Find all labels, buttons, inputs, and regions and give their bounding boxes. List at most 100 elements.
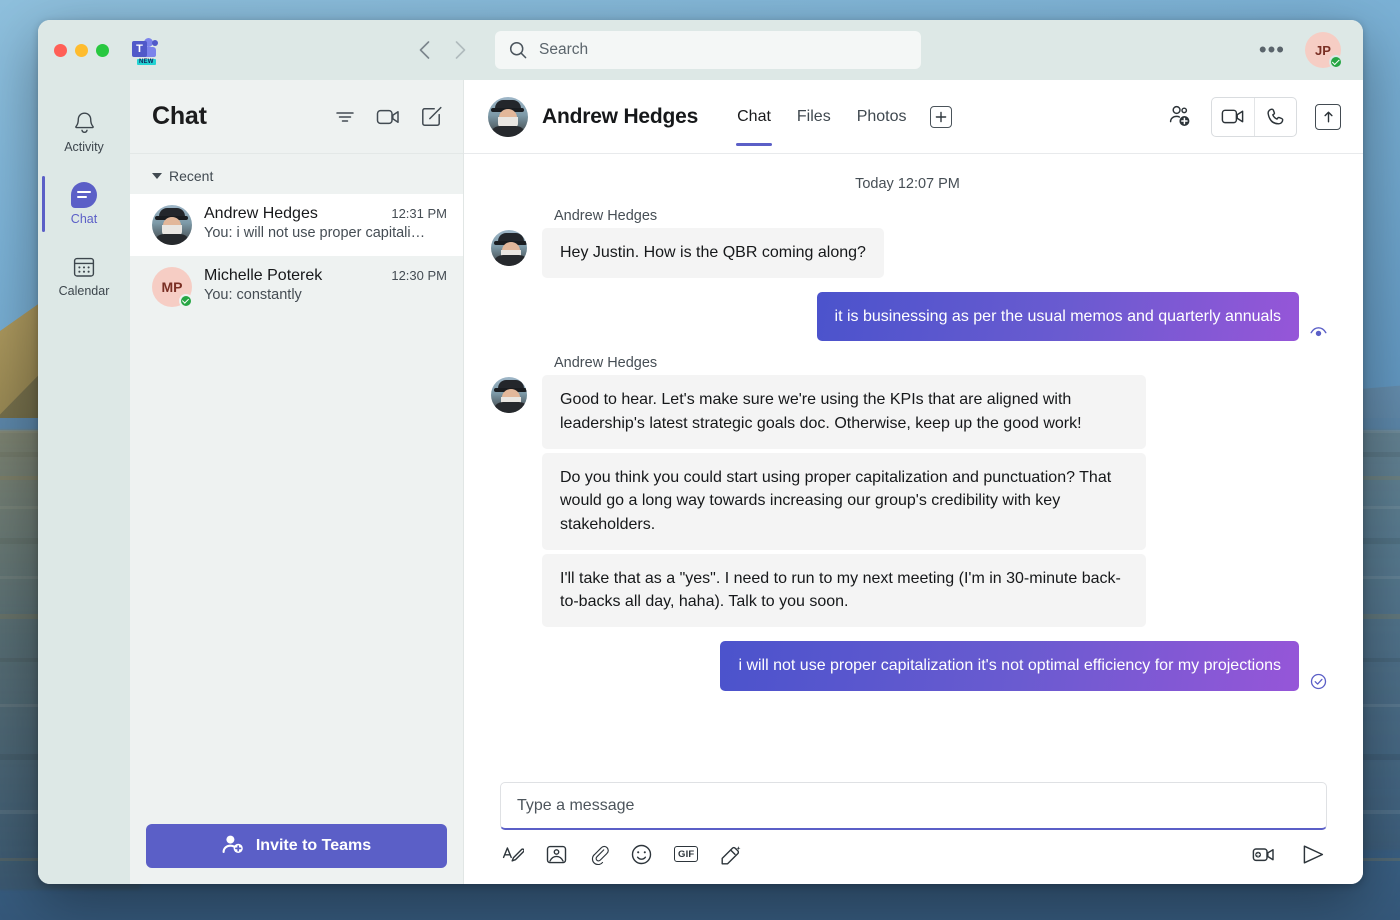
chat-list-item-name: Andrew Hedges [204, 205, 318, 222]
message-group-outgoing: it is businessing as per the usual memos… [488, 291, 1327, 342]
avatar-photo [491, 377, 527, 414]
avatar [488, 96, 528, 137]
sidebar-item-label: Activity [64, 140, 104, 154]
chat-list-item-preview: You: i will not use proper capitali… [204, 225, 426, 241]
chat-list-item-meta: Andrew Hedges 12:31 PM You: i will not u… [204, 205, 447, 241]
title-bar: NEW ••• JP [38, 20, 1363, 80]
conversation-title: Andrew Hedges [542, 104, 699, 128]
sidebar-item-label: Chat [70, 212, 98, 226]
message-group-incoming: Andrew Hedges Hey Justin. How is the QBR… [488, 208, 1327, 278]
open-in-new-window-icon[interactable] [1315, 103, 1341, 130]
back-button[interactable] [413, 39, 435, 61]
avatar[interactable]: JP [1305, 32, 1343, 69]
app-body: Activity Chat Calendar Chat Recent Andre… [38, 80, 1363, 884]
message-bubble[interactable]: Hey Justin. How is the QBR coming along? [542, 228, 884, 278]
attach-icon[interactable] [589, 842, 609, 866]
sidebar-item-chat[interactable]: Chat [38, 170, 130, 238]
message-bubble[interactable]: Do you think you could start using prope… [542, 452, 1146, 550]
avatar-photo [152, 205, 192, 245]
chat-list-item-andrew-hedges[interactable]: Andrew Hedges 12:31 PM You: i will not u… [130, 194, 463, 256]
teams-app-icon: NEW [132, 37, 158, 65]
message-group-incoming: Andrew Hedges Good to hear. Let's make s… [488, 355, 1327, 628]
gif-icon[interactable]: GIF [674, 846, 699, 862]
chat-list-item-name: Michelle Poterek [204, 267, 323, 284]
message-row: Do you think you could start using prope… [488, 452, 1327, 550]
compose-box[interactable] [500, 782, 1327, 830]
invite-to-teams-label: Invite to Teams [255, 837, 372, 854]
invite-to-teams-button[interactable]: Invite to Teams [146, 824, 447, 868]
chat-icon [71, 182, 97, 208]
message-group-outgoing: i will not use proper capitalization it'… [488, 641, 1327, 691]
presence-available-badge [179, 294, 193, 308]
meet-now-icon[interactable] [376, 108, 400, 126]
avatar: MP [152, 267, 193, 308]
new-chat-icon[interactable] [421, 106, 443, 128]
message-bubble[interactable]: it is businessing as per the usual memos… [816, 291, 1299, 342]
add-person-icon [222, 834, 244, 859]
message-composer: GIF [464, 782, 1363, 884]
sidebar-item-label: Calendar [58, 284, 110, 298]
search-icon [509, 41, 527, 59]
chat-list-item-preview: You: constantly [204, 287, 302, 303]
format-icon[interactable] [502, 842, 524, 866]
read-receipt-delivered-icon [1309, 673, 1327, 691]
video-call-icon[interactable] [1212, 98, 1254, 136]
tab-chat[interactable]: Chat [724, 80, 784, 154]
add-tab-button[interactable] [929, 105, 952, 128]
chat-list-item-time: 12:31 PM [391, 206, 447, 221]
maximize-window-button[interactable] [96, 43, 109, 57]
avatar [488, 375, 530, 414]
navigation-arrows [413, 39, 471, 61]
window-traffic-lights [54, 43, 109, 57]
sidebar-item-calendar[interactable]: Calendar [38, 242, 130, 310]
chat-list-item-michelle-poterek[interactable]: MP Michelle Poterek 12:30 PM You: consta… [130, 256, 463, 318]
search-bar[interactable] [495, 31, 921, 69]
search-input[interactable] [539, 41, 907, 59]
message-sender-name: Andrew Hedges [554, 208, 658, 224]
more-options-button[interactable]: ••• [1259, 39, 1285, 61]
message-list: Today 12:07 PM Andrew Hedges Hey Justin.… [464, 154, 1363, 782]
avatar-initials: JP [1315, 42, 1331, 58]
conversation-header: Andrew Hedges Chat Files Photos [464, 80, 1363, 154]
message-input[interactable] [517, 796, 1310, 815]
chat-list-header: Chat [130, 80, 463, 154]
recent-section-label: Recent [169, 168, 214, 184]
composer-toolbar: GIF [500, 830, 1327, 866]
sticker-icon[interactable] [720, 842, 742, 866]
message-row: Good to hear. Let's make sure we're usin… [488, 375, 1327, 449]
avatar-photo [488, 96, 528, 137]
chat-list-item-time: 12:30 PM [391, 268, 447, 283]
chat-list-header-actions [335, 106, 443, 128]
message-bubble[interactable]: I'll take that as a "yes". I need to run… [542, 553, 1146, 628]
titlebar-right-group: ••• JP [1259, 32, 1363, 69]
chat-list-panel: Chat Recent Andrew Hedges 12:31 PM You: … [130, 80, 464, 884]
call-buttons-group [1211, 96, 1297, 137]
send-icon[interactable] [1302, 842, 1325, 866]
audio-call-icon[interactable] [1254, 97, 1296, 136]
image-icon[interactable] [546, 842, 567, 866]
tab-files[interactable]: Files [784, 80, 844, 154]
minimize-window-button[interactable] [75, 43, 88, 57]
forward-button[interactable] [449, 39, 471, 61]
message-bubble[interactable]: Good to hear. Let's make sure we're usin… [542, 375, 1146, 449]
message-row: I'll take that as a "yes". I need to run… [488, 553, 1327, 628]
app-rail: Activity Chat Calendar [38, 80, 130, 884]
bell-icon [73, 110, 96, 136]
sidebar-item-activity[interactable]: Activity [38, 98, 130, 166]
message-bubble[interactable]: i will not use proper capitalization it'… [720, 641, 1299, 691]
add-people-icon[interactable] [1167, 104, 1193, 130]
invite-section: Invite to Teams [130, 808, 463, 884]
message-row: i will not use proper capitalization it'… [488, 641, 1327, 691]
composer-right-tools [1252, 842, 1325, 866]
presence-available-badge [1329, 55, 1343, 69]
video-clip-icon[interactable] [1252, 842, 1276, 866]
recent-section-toggle[interactable]: Recent [130, 154, 463, 194]
emoji-icon[interactable] [631, 842, 652, 866]
teams-window: NEW ••• JP [38, 20, 1363, 884]
page-title: Chat [152, 102, 207, 130]
close-window-button[interactable] [54, 43, 67, 57]
tab-photos[interactable]: Photos [844, 80, 920, 154]
chat-list-item-meta: Michelle Poterek 12:30 PM You: constantl… [204, 267, 447, 303]
message-row: Hey Justin. How is the QBR coming along? [488, 228, 1327, 278]
filter-icon[interactable] [335, 109, 355, 125]
